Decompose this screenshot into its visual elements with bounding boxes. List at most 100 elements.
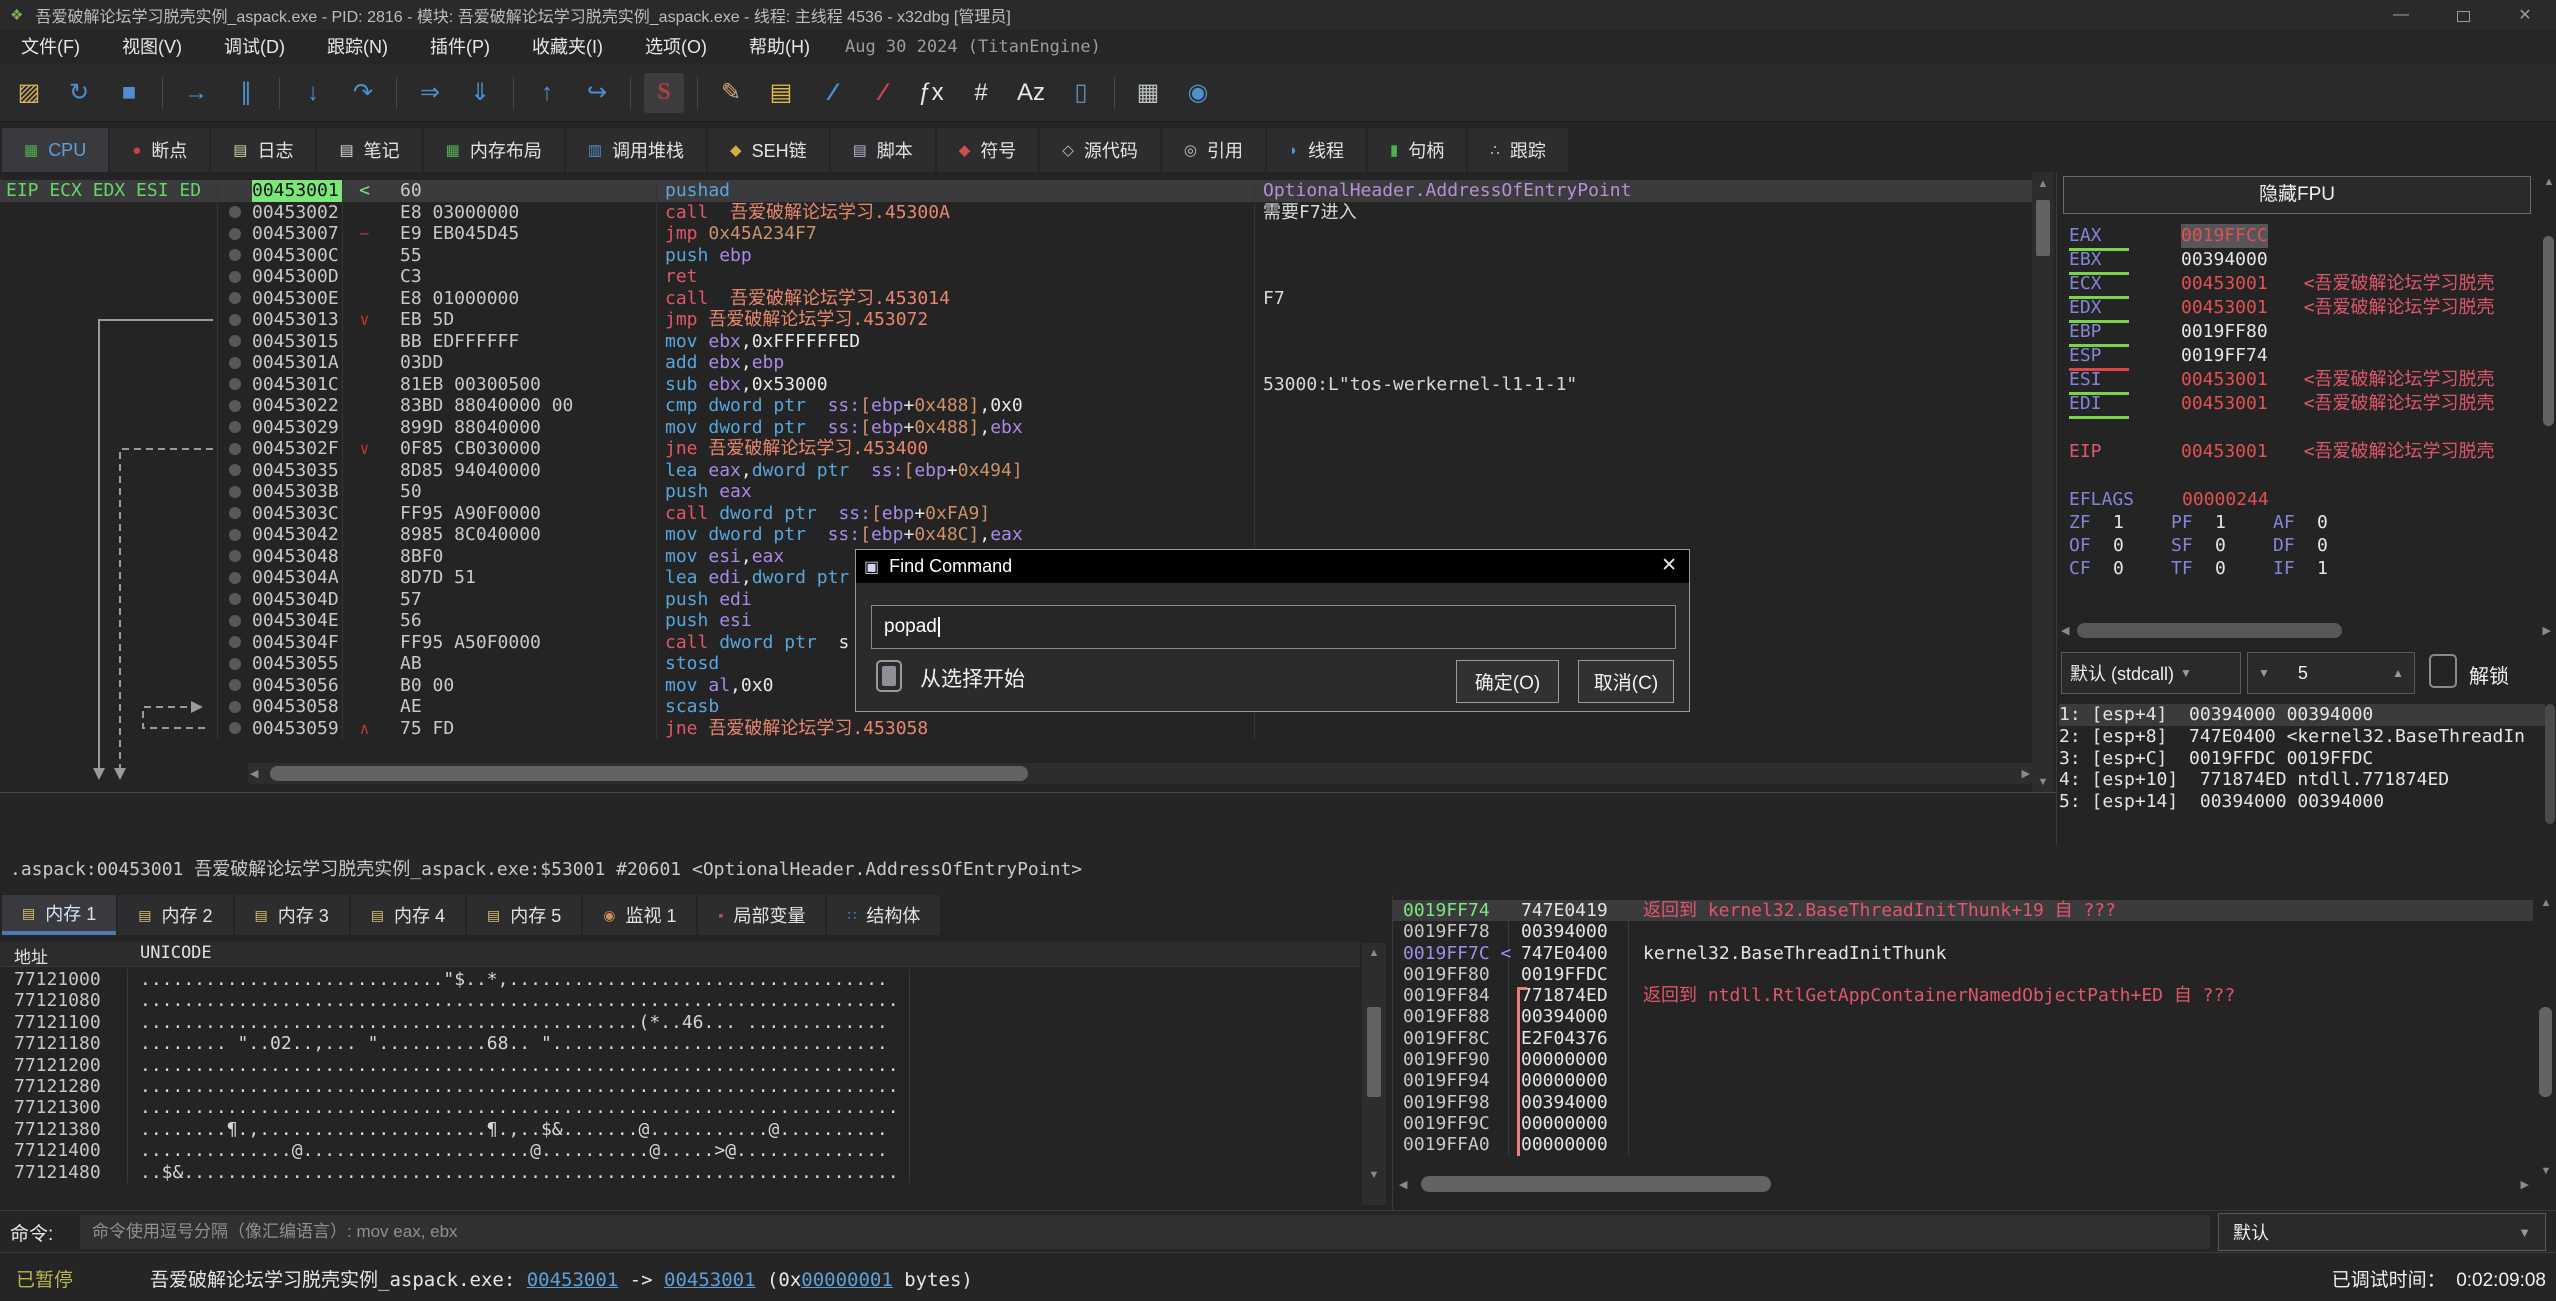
register-row-ECX[interactable]: ECX00453001<吾爱破解论坛学习脱壳 xyxy=(2069,272,2495,296)
stack-row[interactable]: 0019FF7C <747E0400kernel32.BaseThreadIni… xyxy=(1393,943,2533,964)
scroll-up-icon[interactable]: ▲ xyxy=(2536,897,2556,909)
stack-hscrollbar[interactable]: ◀ ▶ xyxy=(1399,1173,2529,1195)
memory-vscroll-thumb[interactable] xyxy=(1367,1007,1381,1097)
command-input[interactable]: 命令使用逗号分隔（像汇编语言）: mov eax, ebx xyxy=(80,1215,2210,1249)
hash-icon[interactable]: # xyxy=(961,73,1001,113)
run-to-user-code-icon[interactable]: ↪ xyxy=(577,73,617,113)
breakpoint-dot-icon[interactable] xyxy=(229,701,241,713)
breakpoint-dot-icon[interactable] xyxy=(229,292,241,304)
disassembly-row[interactable]: 00453059∧75 FDjne 吾爱破解论坛学习.453058 xyxy=(0,718,2032,740)
run-icon[interactable]: → xyxy=(176,73,216,113)
stack-arg-row[interactable]: 1: [esp+4] 00394000 00394000 xyxy=(2059,704,2545,726)
register-value[interactable]: 0019FF74 xyxy=(2181,344,2268,368)
dialog-close-button[interactable]: ✕ xyxy=(1661,554,1677,577)
register-row-EAX[interactable]: EAX0019FFCC xyxy=(2069,224,2268,248)
breakpoint-dot-icon[interactable] xyxy=(229,249,241,261)
disassembly-row[interactable]: 0045301A03DDadd ebx,ebp xyxy=(0,352,2032,374)
disassembly-row[interactable]: 00453013∨EB 5Djmp 吾爱破解论坛学习.453072 xyxy=(0,309,2032,331)
patch-icon[interactable]: ✎ xyxy=(711,73,751,113)
disassembly-row[interactable]: 0045300C55push ebp xyxy=(0,245,2032,267)
registers-hscroll-thumb[interactable] xyxy=(2077,623,2342,638)
stack-hscroll-thumb[interactable] xyxy=(1421,1176,1771,1192)
breakpoint-gutter[interactable] xyxy=(218,266,252,288)
ok-button[interactable]: 确定(O) xyxy=(1456,660,1559,703)
disassembly-row[interactable]: 00453002E8 03000000call 吾爱破解论坛学习.45300A需… xyxy=(0,202,2032,224)
register-value[interactable]: 00453001 xyxy=(2181,296,2268,320)
hide-fpu-button[interactable]: 隐藏FPU xyxy=(2063,176,2531,214)
tab-局部变量[interactable]: ▪局部变量 xyxy=(698,895,825,935)
breakpoint-gutter[interactable] xyxy=(218,589,252,611)
memory-row[interactable]: 77121300................................… xyxy=(0,1097,1360,1118)
cancel-button[interactable]: 取消(C) xyxy=(1578,660,1674,703)
register-row-EBP[interactable]: EBP0019FF80 xyxy=(2069,320,2268,344)
tab-调用堆栈[interactable]: ▥调用堆栈 xyxy=(566,128,706,172)
pause-icon[interactable]: ∥ xyxy=(226,73,266,113)
register-value[interactable]: 00453001 xyxy=(2181,368,2268,392)
register-row-EDX[interactable]: EDX00453001<吾爱破解论坛学习脱壳 xyxy=(2069,296,2495,320)
tab-监视-1[interactable]: ◉监视 1 xyxy=(583,895,696,935)
scroll-left-icon[interactable]: ◀ xyxy=(2061,624,2069,637)
memory-row[interactable]: 77121100................................… xyxy=(0,1012,1360,1033)
flag-name[interactable]: IF xyxy=(2273,557,2317,581)
stack-arg-row[interactable]: 3: [esp+C] 0019FFDC 0019FFDC xyxy=(2059,748,2545,770)
eflags-row[interactable]: EFLAGS00000244 xyxy=(2069,488,2269,512)
mobile-icon[interactable]: ▯ xyxy=(1061,73,1101,113)
scroll-up-icon[interactable]: ▲ xyxy=(2032,172,2054,190)
disassembly-row[interactable]: 0045303CFF95 A90F0000call dword ptr ss:[… xyxy=(0,503,2032,525)
disassembly-row[interactable]: 00453007−E9 EB045D45jmp 0x45A234F7 xyxy=(0,223,2032,245)
flag-name[interactable]: DF xyxy=(2273,534,2317,558)
breakpoint-gutter[interactable] xyxy=(218,309,252,331)
disassembly-row[interactable]: EIP ECX EDX ESI ED00453001<60pushadOptio… xyxy=(0,180,2032,202)
tab-内存-1[interactable]: ▤内存 1 xyxy=(2,895,116,935)
breakpoint-gutter[interactable] xyxy=(218,696,252,718)
breakpoint-gutter[interactable] xyxy=(218,417,252,439)
memory-row[interactable]: 77121200................................… xyxy=(0,1055,1360,1076)
tab-脚本[interactable]: ▤脚本 xyxy=(831,128,935,172)
scroll-right-icon[interactable]: ▶ xyxy=(2022,767,2030,780)
register-row-ESP[interactable]: ESP0019FF74 xyxy=(2069,344,2268,368)
menu-item-帮助[interactable]: 帮助(H) xyxy=(728,30,831,64)
command-profile-select[interactable]: 默认 ▼ xyxy=(2218,1213,2546,1251)
breakpoint-dot-icon[interactable] xyxy=(229,529,241,541)
args-vscroll-thumb[interactable] xyxy=(2545,704,2555,824)
arg-count-stepper[interactable]: ▼ 5 ▲ xyxy=(2247,652,2415,694)
trace-over-icon[interactable]: ⇓ xyxy=(460,73,500,113)
unlock-checkbox[interactable] xyxy=(2429,654,2457,688)
breakpoint-gutter[interactable] xyxy=(218,546,252,568)
function-icon[interactable]: ƒx xyxy=(911,73,951,113)
flag-name[interactable]: OF xyxy=(2069,534,2113,558)
tab-内存-4[interactable]: ▤内存 4 xyxy=(351,895,465,935)
breakpoint-gutter[interactable] xyxy=(218,395,252,417)
restart-icon[interactable]: ↻ xyxy=(59,73,99,113)
pane-divider[interactable] xyxy=(0,792,2056,793)
stack-arg-row[interactable]: 2: [esp+8] 747E0400 <kernel32.BaseThread… xyxy=(2059,726,2545,748)
tab-日志[interactable]: ▤日志 xyxy=(211,128,315,172)
step-over-icon[interactable]: ↷ xyxy=(343,73,383,113)
disassembly-hscrollbar[interactable]: ◀ ▶ xyxy=(248,763,2032,784)
stack-row[interactable]: 0019FF9400000000 xyxy=(1393,1070,2533,1091)
stack-vscrollbar[interactable]: ▲ ▼ xyxy=(2536,897,2556,1177)
tab-符号[interactable]: ◆符号 xyxy=(937,128,1039,172)
disassembly-row[interactable]: 0045302F∨0F85 CB030000jne 吾爱破解论坛学习.45340… xyxy=(0,438,2032,460)
disassembly-row[interactable]: 0045300DC3ret xyxy=(0,266,2032,288)
stepper-up-icon[interactable]: ▲ xyxy=(2392,666,2404,680)
breakpoint-dot-icon[interactable] xyxy=(229,486,241,498)
scylla-icon[interactable]: S xyxy=(644,73,684,113)
memory-row[interactable]: 77121180........ "..02..,... "..........… xyxy=(0,1033,1360,1054)
disassembly-row[interactable]: 00453015BB EDFFFFFFmov ebx,0xFFFFFFED xyxy=(0,331,2032,353)
tab-线程[interactable]: ◗线程 xyxy=(1267,128,1366,172)
start-from-selection-checkbox[interactable] xyxy=(876,660,902,692)
flag-name[interactable]: AF xyxy=(2273,511,2317,535)
breakpoint-gutter[interactable] xyxy=(218,288,252,310)
breakpoint-gutter[interactable] xyxy=(218,374,252,396)
breakpoint-gutter[interactable] xyxy=(218,610,252,632)
tab-跟踪[interactable]: ∴跟踪 xyxy=(1468,128,1568,172)
disassembly-row[interactable]: 004530428985 8C040000mov dword ptr ss:[e… xyxy=(0,524,2032,546)
minimize-button[interactable]: — xyxy=(2370,0,2432,30)
memory-row[interactable]: 77121280................................… xyxy=(0,1076,1360,1097)
breakpoint-gutter[interactable] xyxy=(218,503,252,525)
breakpoint-gutter[interactable] xyxy=(218,524,252,546)
stack-row[interactable]: 0019FF84771874ED返回到 ntdll.RtlGetAppConta… xyxy=(1393,985,2533,1006)
breakpoint-gutter[interactable] xyxy=(218,632,252,654)
breakpoint-gutter[interactable] xyxy=(218,180,252,202)
